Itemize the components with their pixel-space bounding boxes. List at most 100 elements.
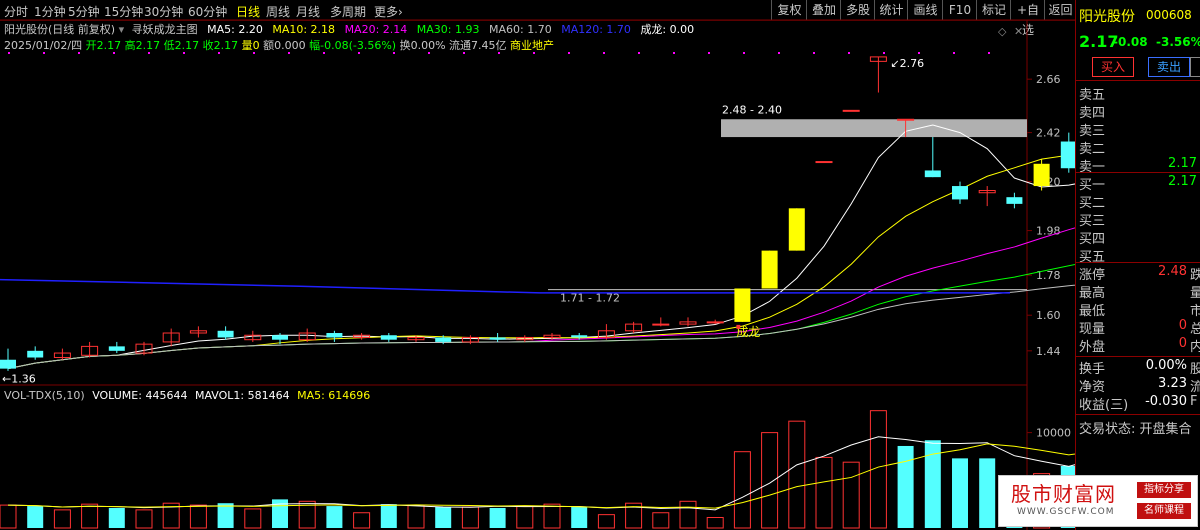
stat-4-value: 0 [1178,336,1187,351]
stat-4-label: 外盘 [1079,340,1106,355]
sell-level-3: 卖三 [1079,120,1200,139]
stat2-1-value: 3.23 [1158,376,1187,391]
watermark-tag-course: 名师课程 [1137,503,1191,519]
marker-dot [848,52,850,54]
stat-2: 最低 市 [1079,300,1200,319]
stock-title[interactable]: 阳光股份(日线 前复权) [4,23,115,36]
stat2-1: 净资 3.23 流 [1079,376,1200,395]
chart-close-icon: ✕ [1014,25,1023,38]
stat-4-tail: 内 [1190,340,1200,355]
ma20-value: MA20: 2.14 [344,23,408,36]
volume-bar [81,503,99,529]
stat-2-label: 最低 [1079,304,1106,319]
candle-body [380,335,397,340]
indicator-name[interactable]: 寻妖成龙主图 [132,23,198,36]
candle-body [1006,197,1023,204]
candle-body [897,118,915,121]
volume-bar [571,507,588,528]
volume-bar [897,445,914,528]
stat2-0: 换手 0.00% 股 [1079,358,1200,377]
trade-status: 交易状态: 开盘集合 [1079,422,1192,437]
volume-bar [380,504,397,528]
quote-high: 高2.17 [124,39,161,52]
divider [1076,80,1200,81]
candle-body [217,330,234,338]
signal-dot [736,324,741,329]
buy-button[interactable]: 买入 [1092,57,1134,77]
candle-body [1060,141,1075,169]
divider [1076,172,1200,173]
marker-dot [638,52,640,54]
sell-level-5-label: 卖五 [1079,88,1106,103]
candle-body [842,109,860,112]
marker-dot [603,52,605,54]
quote-float-cap: 流通7.45亿 [449,39,507,52]
candle-body [326,333,343,338]
stat2-1-label: 净资 [1079,380,1106,395]
volume-header: VOL-TDX(5,10) VOLUME: 445644 MAVOL1: 581… [4,389,370,402]
price-axis-label: 1.78 [1036,269,1061,282]
buy-level-3-label: 买三 [1079,214,1106,229]
indicator-header: 阳光股份(日线 前复权) ▾ 寻妖成龙主图 MA5: 2.20 MA10: 2.… [4,23,695,36]
buy-level-1: 买一 2.17 [1079,174,1200,193]
stat-0-value: 2.48 [1158,264,1187,279]
quote-industry[interactable]: 商业地产 [510,39,554,52]
ma30-value: MA30: 1.93 [416,23,480,36]
candle-body [761,250,778,289]
sell-level-3-label: 卖三 [1079,124,1106,139]
ma5-line [7,124,1075,370]
price-axis-label: 2.66 [1036,73,1061,86]
volume-value: VOLUME: 445644 [92,389,188,402]
volume-ma5-value: MA5: 614696 [297,389,371,402]
low-label: ←1.36 [2,373,36,386]
volume-ma5-line [7,436,1075,511]
buy-level-5: 买五 [1079,246,1200,265]
panel-stock-code: 000608 [1146,8,1192,22]
volume-ma10-line [7,443,1075,509]
volume-bar [815,456,833,529]
sell-level-2: 卖二 [1079,138,1200,157]
stat2-2-value: -0.030 [1145,394,1187,409]
panel-change-pct: -3.56% [1156,35,1200,49]
sell-level-1-value: 2.17 [1168,156,1197,171]
volume-bar [597,514,615,529]
volume-bar [53,509,71,529]
price-axis-label: 1.44 [1036,345,1061,358]
marker-dot [813,52,815,54]
quote-volume: 量0 [241,39,260,52]
sell-button[interactable]: 卖出 [1148,57,1190,77]
divider [1076,262,1200,263]
quote-date: 2025/01/02/四 [4,39,83,52]
quote-low: 低2.17 [163,39,200,52]
stat2-0-value: 0.00% [1145,358,1187,373]
panel-extra-button[interactable] [1190,57,1200,77]
volume-bar [217,503,234,528]
candle-body [272,335,288,340]
buy-level-4-label: 买四 [1079,232,1106,247]
volume-indicator-name[interactable]: VOL-TDX(5,10) [4,389,85,402]
volume-bar [326,506,343,528]
candle-body [1033,163,1050,187]
volume-bar [516,505,534,529]
ma10-line [7,154,1075,370]
volume-bar [353,512,371,529]
candle-body [706,321,724,324]
candle-body [489,337,506,340]
stat-3-tail: 总 [1190,322,1200,337]
buy-level-1-value: 2.17 [1168,174,1197,189]
stat2-0-tail: 股 [1190,362,1200,377]
divider [1076,356,1200,357]
peak-label: ↙2.76 [890,57,924,70]
sell-level-4: 卖四 [1079,102,1200,121]
kline-chart[interactable]: 2.662.422.201.981.781.601.442.48 - 2.401… [0,0,1075,530]
quote-open: 开2.17 [85,39,122,52]
ma5-value: MA5: 2.20 [207,23,263,36]
buy-level-4: 买四 [1079,228,1200,247]
stat-1-label: 最高 [1079,286,1106,301]
stat-1: 最高 量 [1079,282,1200,301]
buy-level-3: 买三 [1079,210,1200,229]
marker-dot [673,52,675,54]
volume-bar [979,458,996,528]
stat2-2-tail: F [1190,394,1198,409]
volume-bar [842,461,860,529]
